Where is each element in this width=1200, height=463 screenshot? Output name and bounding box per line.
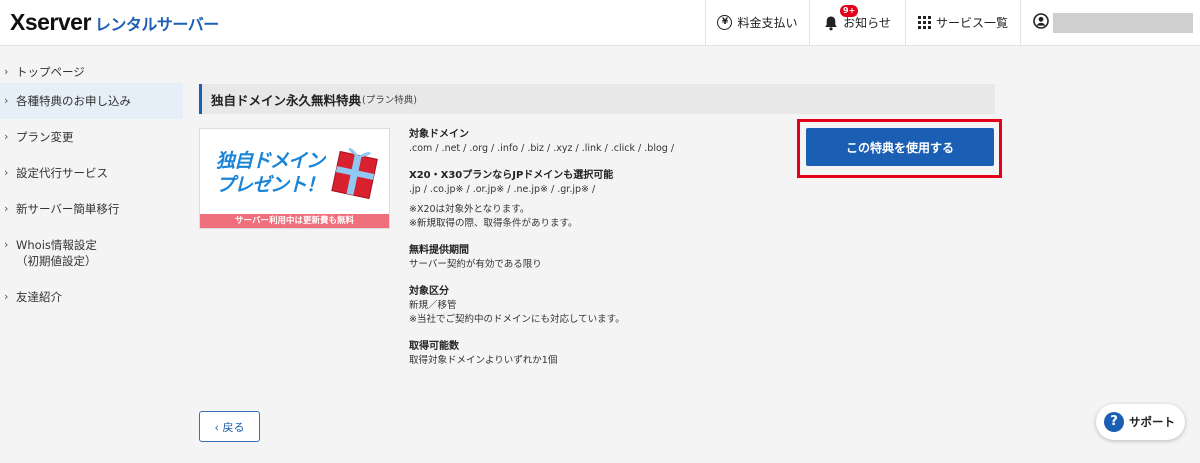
domain-present-banner: 独自ドメイン プレゼント！ サーバー利用中は更新費も無料 xyxy=(199,128,390,229)
detail-label: X20・X30プランならJPドメインも選択可能 xyxy=(409,170,614,181)
support-button[interactable]: ? サポート xyxy=(1096,404,1185,440)
detail-value: .com / .net / .org / .info / .biz / .xyz… xyxy=(409,143,675,154)
detail-label: 取得可能数 xyxy=(409,341,459,352)
whois-label-line1: Whois情報設定 xyxy=(16,238,97,252)
detail-jp-domains: X20・X30プランならJPドメインも選択可能 .jp / .co.jp※ / … xyxy=(409,169,779,231)
header-nav: ¥ 料金支払い 9+ お知らせ サービス一覧 xyxy=(705,0,1200,46)
detail-value: 新規／移管 xyxy=(409,300,457,311)
detail-label: 対象区分 xyxy=(409,286,449,297)
detail-category: 対象区分 新規／移管 ※当社でご契約中のドメインにも対応しています。 xyxy=(409,285,779,327)
nav-services-label: サービス一覧 xyxy=(935,16,1008,30)
section-note: (プラン特典) xyxy=(362,95,417,106)
back-button[interactable]: ‹ 戻る xyxy=(199,411,260,442)
nav-user-account[interactable] xyxy=(1020,0,1200,46)
detail-free-period: 無料提供期間 サーバー契約が有効である限り xyxy=(409,244,779,272)
banner-line1: 独自ドメイン xyxy=(216,150,325,172)
news-badge: 9+ xyxy=(840,4,859,17)
logo-main-text: Xserver xyxy=(10,9,91,35)
sidebar: › トップページ › 各種特典のお申し込み › プラン変更 › 設定代行サービス… xyxy=(0,46,183,315)
detail-value: .jp / .co.jp※ / .or.jp※ / .ne.jp※ / .gr.… xyxy=(409,184,596,195)
logo-sub-text: レンタルサーバー xyxy=(94,15,219,34)
sidebar-item-label: Whois情報設定 （初期値設定） xyxy=(16,237,97,269)
sidebar-item-referral[interactable]: › 友達紹介 xyxy=(0,279,183,315)
section-header: 独自ドメイン永久無料特典 (プラン特典) xyxy=(199,84,995,114)
section-title: 独自ドメイン永久無料特典 xyxy=(211,92,362,108)
chevron-right-icon: › xyxy=(4,202,9,215)
logo[interactable]: Xserver レンタルサーバー xyxy=(0,9,705,36)
question-icon: ? xyxy=(1104,412,1124,432)
sidebar-item-label: 友達紹介 xyxy=(16,290,62,304)
detail-label: 無料提供期間 xyxy=(409,245,469,256)
nav-payment-label: 料金支払い xyxy=(737,16,798,30)
benefit-details: 対象ドメイン .com / .net / .org / .info / .biz… xyxy=(409,128,779,381)
banner-line2: プレゼント！ xyxy=(216,174,325,196)
yen-icon: ¥ xyxy=(717,15,733,30)
detail-note: ※新規取得の際、取得条件があります。 xyxy=(409,218,578,229)
sidebar-item-label: 設定代行サービス xyxy=(16,166,108,180)
nav-news-label: お知らせ xyxy=(843,16,891,30)
chevron-right-icon: › xyxy=(4,290,9,303)
chevron-right-icon: › xyxy=(4,166,9,179)
top-header: Xserver レンタルサーバー ¥ 料金支払い 9+ お知らせ サービス一覧 xyxy=(0,0,1200,46)
use-benefit-button[interactable]: この特典を使用する xyxy=(806,128,994,166)
sidebar-item-label: トップページ xyxy=(16,65,85,79)
detail-note: ※X20は対象外となります。 xyxy=(409,204,530,215)
sidebar-item-label: 各種特典のお申し込み xyxy=(16,94,131,108)
sidebar-item-label: プラン変更 xyxy=(16,130,74,144)
sidebar-item-benefits[interactable]: › 各種特典のお申し込み xyxy=(0,83,183,119)
whois-label-line2: （初期値設定） xyxy=(16,254,97,268)
nav-services[interactable]: サービス一覧 xyxy=(905,0,1020,46)
detail-target-domains: 対象ドメイン .com / .net / .org / .info / .biz… xyxy=(409,128,779,156)
banner-strip: サーバー利用中は更新費も無料 xyxy=(200,214,389,228)
sidebar-item-setup-service[interactable]: › 設定代行サービス xyxy=(0,155,183,191)
sidebar-item-label: 新サーバー簡単移行 xyxy=(16,202,120,216)
chevron-right-icon: › xyxy=(4,65,9,78)
detail-note: ※当社でご契約中のドメインにも対応しています。 xyxy=(409,314,625,325)
chevron-right-icon: › xyxy=(4,238,9,251)
support-label: サポート xyxy=(1129,415,1175,429)
nav-news[interactable]: 9+ お知らせ xyxy=(809,0,905,46)
user-icon xyxy=(1033,13,1049,32)
bell-icon xyxy=(824,15,838,31)
nav-payment[interactable]: ¥ 料金支払い xyxy=(705,0,809,46)
sidebar-item-top[interactable]: › トップページ xyxy=(0,46,183,83)
chevron-right-icon: › xyxy=(4,130,9,143)
sidebar-item-plan-change[interactable]: › プラン変更 xyxy=(0,119,183,155)
gift-box-icon xyxy=(331,148,378,200)
user-name-redacted xyxy=(1053,12,1193,33)
detail-label: 対象ドメイン xyxy=(409,129,469,140)
sidebar-item-migration[interactable]: › 新サーバー簡単移行 xyxy=(0,191,183,227)
grid-icon xyxy=(917,16,931,29)
detail-value: 取得対象ドメインよりいずれか1個 xyxy=(409,355,558,366)
detail-quantity: 取得可能数 取得対象ドメインよりいずれか1個 xyxy=(409,340,779,368)
sidebar-item-whois[interactable]: › Whois情報設定 （初期値設定） xyxy=(0,227,183,279)
detail-value: サーバー契約が有効である限り xyxy=(409,259,542,270)
banner-text: 独自ドメイン プレゼント！ xyxy=(216,149,325,197)
chevron-right-icon: › xyxy=(4,94,9,107)
